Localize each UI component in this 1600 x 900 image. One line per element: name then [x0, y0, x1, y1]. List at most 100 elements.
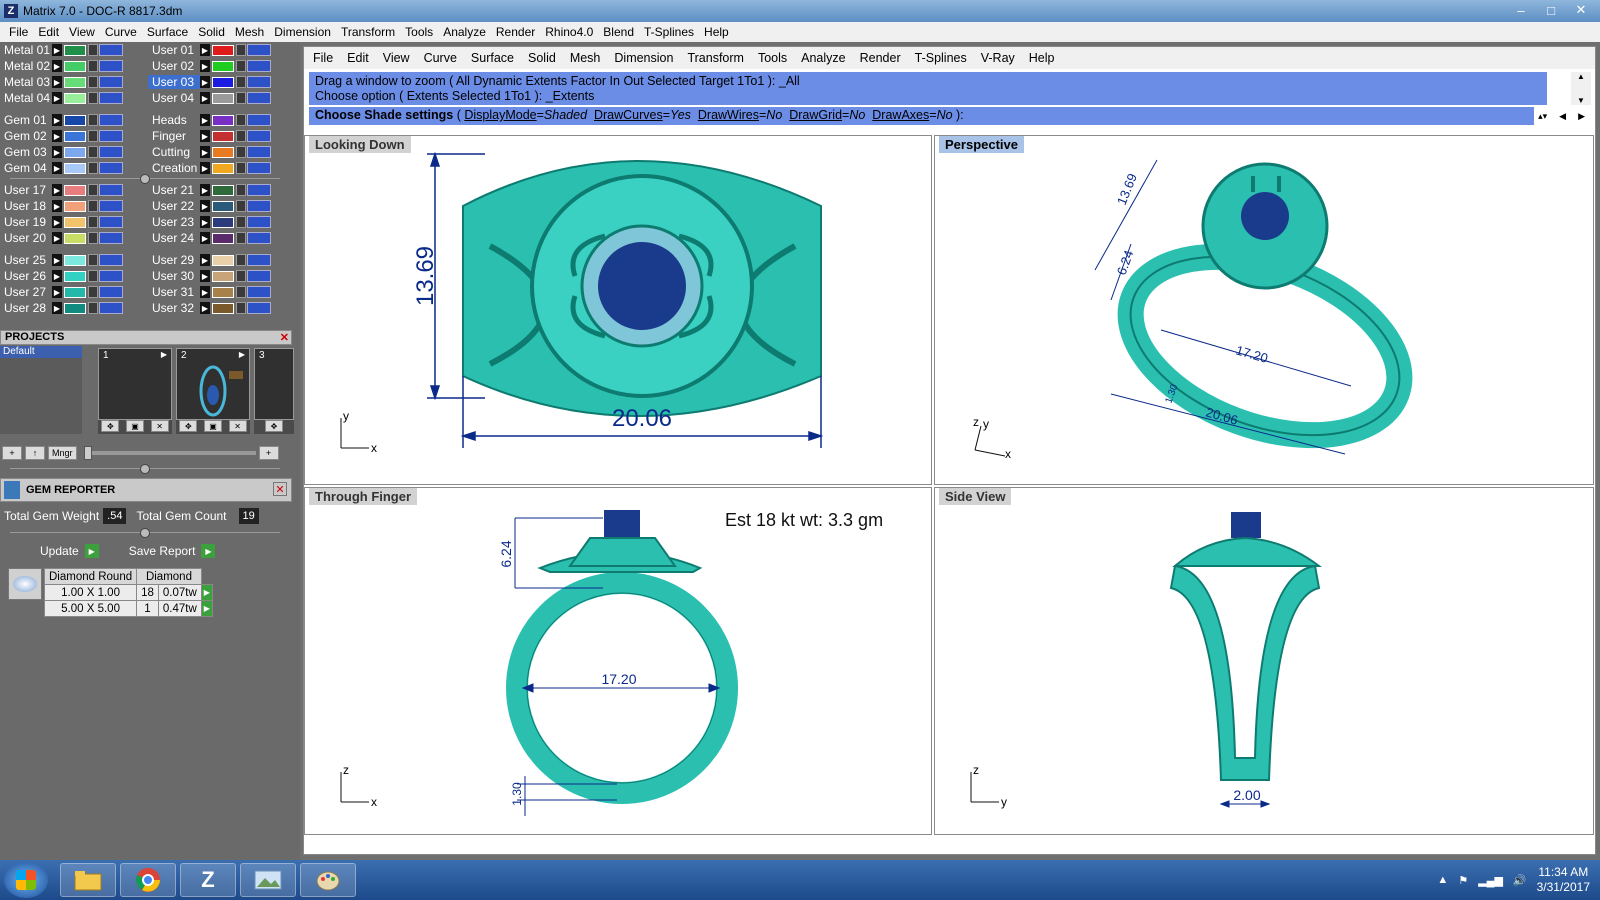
- layer-expand-icon[interactable]: ▶: [200, 216, 210, 228]
- layer-visibility-toggle[interactable]: [99, 200, 123, 212]
- layer-expand-icon[interactable]: ▶: [52, 270, 62, 282]
- layer-visibility-toggle[interactable]: [99, 60, 123, 72]
- layer-visibility-toggle[interactable]: [247, 44, 271, 56]
- layer-name[interactable]: Gem 01: [0, 113, 52, 127]
- row-go-icon[interactable]: ▶: [200, 600, 213, 617]
- layer-expand-icon[interactable]: ▶: [200, 232, 210, 244]
- command-prompt[interactable]: Choose Shade settings ( DisplayMode=Shad…: [309, 107, 1589, 125]
- layer-color-swatch[interactable]: [64, 92, 86, 104]
- layer-expand-icon[interactable]: ▶: [200, 76, 210, 88]
- layer-color-swatch[interactable]: [212, 162, 234, 174]
- layer-expand-icon[interactable]: ▶: [52, 114, 62, 126]
- layer-expand-icon[interactable]: ▶: [52, 60, 62, 72]
- layer-lock-icon[interactable]: [236, 184, 246, 196]
- layer-lock-icon[interactable]: [236, 270, 246, 282]
- layer-expand-icon[interactable]: ▶: [200, 60, 210, 72]
- layer-name[interactable]: Finger: [148, 129, 200, 143]
- viewport-front[interactable]: 6.24 17.20 1.30 z x Through Finger Est 1…: [304, 487, 932, 835]
- paint-icon[interactable]: [300, 863, 356, 897]
- layer-name[interactable]: User 20: [0, 231, 52, 245]
- layer-visibility-toggle[interactable]: [99, 232, 123, 244]
- layer-color-swatch[interactable]: [64, 254, 86, 266]
- doc-menu-tools[interactable]: Tools: [751, 51, 794, 65]
- layer-visibility-toggle[interactable]: [99, 44, 123, 56]
- prompt-spin-icon[interactable]: ▴▾: [1538, 111, 1547, 122]
- layer-color-swatch[interactable]: [64, 146, 86, 158]
- menu-file[interactable]: File: [4, 25, 33, 39]
- projects-divider[interactable]: [0, 464, 290, 474]
- viewport-label-side-view[interactable]: Side View: [939, 488, 1012, 505]
- layer-color-swatch[interactable]: [212, 302, 234, 314]
- layer-visibility-toggle[interactable]: [247, 184, 271, 196]
- layer-name[interactable]: User 29: [148, 253, 200, 267]
- layer-visibility-toggle[interactable]: [99, 184, 123, 196]
- layer-row[interactable]: User 21 ▶: [148, 182, 290, 198]
- network-icon[interactable]: ▂▄▆: [1478, 874, 1503, 887]
- menu-analyze[interactable]: Analyze: [438, 25, 491, 39]
- clock[interactable]: 11:34 AM 3/31/2017: [1537, 865, 1590, 895]
- move-icon[interactable]: ✥: [265, 420, 283, 432]
- doc-menu-edit[interactable]: Edit: [340, 51, 376, 65]
- project-thumb-2[interactable]: 2 ▶: [176, 348, 250, 420]
- layer-lock-icon[interactable]: [88, 146, 98, 158]
- volume-icon[interactable]: 🔊: [1513, 874, 1527, 887]
- layer-expand-icon[interactable]: ▶: [200, 270, 210, 282]
- layer-visibility-toggle[interactable]: [99, 76, 123, 88]
- menu-edit[interactable]: Edit: [33, 25, 64, 39]
- layer-color-swatch[interactable]: [64, 114, 86, 126]
- menu-view[interactable]: View: [64, 25, 100, 39]
- layer-row[interactable]: User 23 ▶: [148, 214, 290, 230]
- divider-handle-icon[interactable]: [140, 174, 150, 184]
- layer-color-swatch[interactable]: [212, 114, 234, 126]
- gem-divider[interactable]: [0, 528, 290, 538]
- menu-curve[interactable]: Curve: [100, 25, 142, 39]
- layer-name[interactable]: User 23: [148, 215, 200, 229]
- delete-icon[interactable]: ✕: [150, 420, 169, 432]
- layer-visibility-toggle[interactable]: [247, 216, 271, 228]
- command-history[interactable]: Drag a window to zoom ( All Dynamic Exte…: [309, 72, 1547, 105]
- layer-lock-icon[interactable]: [236, 60, 246, 72]
- menu-mesh[interactable]: Mesh: [230, 25, 269, 39]
- layer-expand-icon[interactable]: ▶: [200, 286, 210, 298]
- layer-row[interactable]: User 32 ▶: [148, 300, 290, 316]
- slider-thumb[interactable]: [83, 446, 92, 460]
- layer-name[interactable]: Metal 02: [0, 59, 52, 73]
- layer-color-swatch[interactable]: [64, 286, 86, 298]
- layer-row[interactable]: User 25 ▶: [0, 252, 142, 268]
- layer-row[interactable]: User 02 ▶: [148, 58, 290, 74]
- zoom-in-button[interactable]: +: [258, 446, 279, 460]
- layer-expand-icon[interactable]: ▶: [52, 44, 62, 56]
- layer-expand-icon[interactable]: ▶: [52, 76, 62, 88]
- layer-row[interactable]: User 24 ▶: [148, 230, 290, 246]
- menu-surface[interactable]: Surface: [142, 25, 193, 39]
- doc-menu-analyze[interactable]: Analyze: [794, 51, 852, 65]
- layer-lock-icon[interactable]: [88, 44, 98, 56]
- layer-expand-icon[interactable]: ▶: [52, 92, 62, 104]
- layer-visibility-toggle[interactable]: [99, 270, 123, 282]
- menu-tsplines[interactable]: T-Splines: [639, 25, 699, 39]
- layer-color-swatch[interactable]: [64, 200, 86, 212]
- layer-name[interactable]: Heads: [148, 113, 200, 127]
- viewport-perspective[interactable]: 13.69 6.24 17.20 20.06 1.30 z y x Perspe…: [934, 135, 1594, 485]
- project-thumb-3[interactable]: 3: [254, 348, 294, 420]
- layer-color-swatch[interactable]: [212, 76, 234, 88]
- layer-lock-icon[interactable]: [88, 92, 98, 104]
- layer-lock-icon[interactable]: [236, 114, 246, 126]
- layer-color-swatch[interactable]: [64, 60, 86, 72]
- layer-visibility-toggle[interactable]: [247, 286, 271, 298]
- table-row[interactable]: 5.00 X 5.00 1 0.47tw ▶: [43, 600, 213, 617]
- layer-row[interactable]: User 20 ▶: [0, 230, 142, 246]
- layer-expand-icon[interactable]: ▶: [52, 146, 62, 158]
- layer-row[interactable]: User 19 ▶: [0, 214, 142, 230]
- layer-row[interactable]: Heads ▶: [148, 112, 290, 128]
- row-go-icon[interactable]: ▶: [200, 584, 213, 601]
- layer-name[interactable]: Gem 04: [0, 161, 52, 175]
- chrome-icon[interactable]: [120, 863, 176, 897]
- layer-expand-icon[interactable]: ▶: [200, 254, 210, 266]
- layer-expand-icon[interactable]: ▶: [52, 254, 62, 266]
- layer-lock-icon[interactable]: [236, 76, 246, 88]
- layer-name[interactable]: Cutting: [148, 145, 200, 159]
- prompt-option-drawgrid[interactable]: DrawGrid: [789, 108, 842, 122]
- menu-rhino4[interactable]: Rhino4.0: [540, 25, 598, 39]
- layer-name[interactable]: User 30: [148, 269, 200, 283]
